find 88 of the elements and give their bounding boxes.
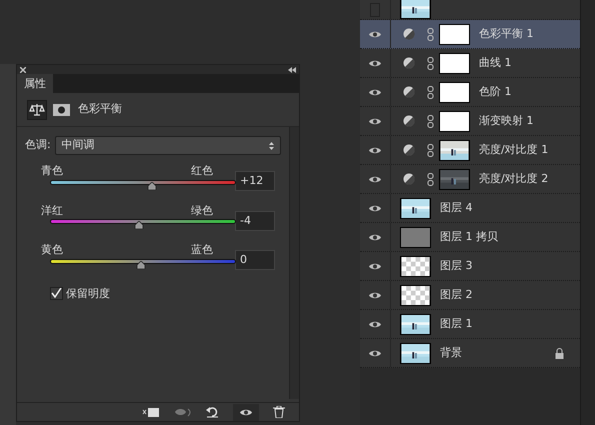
slider-left-label: 黄色 bbox=[41, 242, 63, 258]
scrollbar[interactable] bbox=[580, 0, 595, 425]
eye-icon[interactable] bbox=[368, 348, 382, 358]
layer-name: 亮度/对比度 2 bbox=[479, 170, 548, 187]
chain-link-icon bbox=[427, 86, 434, 98]
slider-left-label: 洋红 bbox=[41, 202, 63, 218]
visibility-button[interactable] bbox=[233, 404, 259, 420]
layer-row[interactable]: 图层 1 拷贝 bbox=[360, 223, 580, 252]
eye-icon[interactable] bbox=[368, 58, 382, 68]
layer-row[interactable]: 渐变映射 1 bbox=[360, 107, 580, 136]
slider-right-label: 红色 bbox=[191, 163, 213, 179]
layer-row[interactable]: 亮度/对比度 1 bbox=[360, 136, 580, 165]
layer-row[interactable]: 亮度/对比度 2 bbox=[360, 165, 580, 194]
eye-icon[interactable] bbox=[368, 320, 382, 328]
slider-thumb[interactable] bbox=[134, 221, 144, 229]
adjustment-title: 色彩平衡 bbox=[78, 101, 122, 118]
slider[interactable] bbox=[50, 219, 236, 232]
mask-thumbnail bbox=[439, 24, 470, 44]
mask-thumbnail bbox=[439, 52, 470, 74]
adjustment-icon bbox=[403, 86, 415, 98]
reset-icon[interactable] bbox=[206, 406, 219, 418]
layer-name: 图层 4 bbox=[440, 200, 472, 216]
eye-icon[interactable] bbox=[368, 204, 382, 212]
chain-link-icon bbox=[427, 56, 434, 70]
layer-name: 亮度/对比度 1 bbox=[479, 142, 548, 158]
mask-thumbnail bbox=[439, 82, 470, 102]
transparency-thumbnail bbox=[400, 256, 431, 276]
value-field[interactable]: +12 bbox=[235, 171, 275, 191]
clip-to-layer-icon[interactable] bbox=[142, 407, 160, 417]
layer-name: 色彩平衡 1 bbox=[479, 26, 534, 42]
layer-name: 图层 1 拷贝 bbox=[440, 228, 498, 245]
slider[interactable] bbox=[50, 180, 236, 192]
layer-row[interactable] bbox=[360, 0, 580, 20]
close-icon[interactable] bbox=[20, 66, 26, 72]
slider-right-label: 绿色 bbox=[191, 202, 213, 218]
layer-row[interactable]: 图层 1 bbox=[360, 310, 580, 339]
checkbox-label: 保留明度 bbox=[66, 286, 110, 302]
checkbox[interactable] bbox=[50, 287, 63, 300]
eye-icon[interactable] bbox=[368, 262, 382, 270]
mask-icon[interactable] bbox=[53, 104, 70, 116]
slider[interactable] bbox=[50, 258, 236, 272]
adjustment-icon bbox=[403, 144, 415, 156]
layer-name: 渐变映射 1 bbox=[479, 112, 534, 129]
eye-icon[interactable] bbox=[368, 174, 382, 184]
tone-select[interactable]: 中间调 bbox=[54, 136, 281, 155]
eye-icon[interactable] bbox=[368, 116, 382, 126]
eye-cycle-icon[interactable] bbox=[174, 407, 192, 417]
layer-name: 图层 3 bbox=[440, 258, 472, 274]
adjustment-icon bbox=[403, 28, 415, 40]
eye-icon bbox=[239, 408, 253, 416]
layer-name: 图层 1 bbox=[440, 316, 472, 332]
updown-arrows-icon bbox=[269, 142, 274, 150]
mask-thumbnail bbox=[439, 110, 470, 132]
layer-name: 色阶 1 bbox=[479, 84, 512, 100]
eye-icon[interactable] bbox=[368, 88, 382, 96]
balance-scale-icon[interactable] bbox=[27, 100, 47, 120]
eye-icon[interactable] bbox=[368, 232, 382, 242]
chain-link-icon bbox=[427, 28, 434, 40]
adjustment-icon bbox=[403, 57, 415, 69]
chain-link-icon bbox=[427, 172, 434, 186]
layer-row[interactable]: 图层 2 bbox=[360, 281, 580, 310]
eye-icon[interactable] bbox=[368, 30, 382, 38]
layer-name: 背景 bbox=[440, 344, 462, 361]
layer-name: 图层 2 bbox=[440, 286, 472, 303]
chain-link-icon bbox=[427, 114, 434, 128]
tone-label: 色调: bbox=[25, 137, 51, 154]
layer-thumbnail bbox=[400, 226, 431, 248]
layer-row[interactable]: 曲线 1 bbox=[360, 49, 580, 78]
value-field[interactable]: -4 bbox=[235, 210, 275, 230]
eye-icon[interactable] bbox=[368, 146, 382, 154]
layer-row[interactable]: 图层 3 bbox=[360, 252, 580, 281]
layer-row[interactable]: 背景 bbox=[360, 339, 580, 368]
layer-row[interactable]: 色阶 1 bbox=[360, 78, 580, 107]
layer-row[interactable]: 色彩平衡 1 bbox=[360, 20, 580, 49]
value-field[interactable]: 0 bbox=[235, 250, 275, 270]
slider-thumb[interactable] bbox=[147, 182, 158, 190]
slider-left-label: 青色 bbox=[41, 163, 63, 179]
layer-name: 曲线 1 bbox=[479, 54, 512, 71]
chain-link-icon bbox=[427, 144, 434, 156]
adjustment-icon bbox=[403, 173, 415, 185]
eye-icon[interactable] bbox=[368, 290, 382, 300]
transparency-thumbnail bbox=[400, 284, 431, 306]
properties-tab[interactable]: 属性 bbox=[17, 74, 53, 93]
slider-right-label: 蓝色 bbox=[191, 242, 213, 258]
trash-icon[interactable] bbox=[273, 406, 285, 418]
slider-thumb[interactable] bbox=[136, 260, 146, 268]
layer-row[interactable]: 图层 4 bbox=[360, 194, 580, 223]
adjustment-icon bbox=[403, 115, 415, 127]
